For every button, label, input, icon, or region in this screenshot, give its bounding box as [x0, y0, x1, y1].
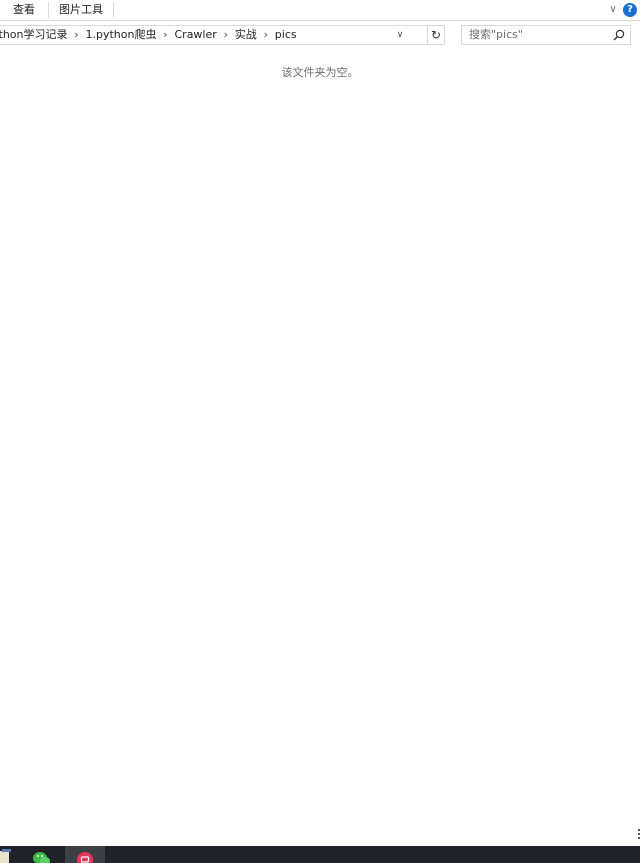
app-icon: [77, 852, 93, 863]
chevron-right-icon[interactable]: ›: [68, 26, 86, 44]
search-box[interactable]: [461, 25, 631, 45]
ribbon-tab-bar: 查看 图片工具 ∨ ?: [0, 0, 640, 21]
details-view-icon[interactable]: [636, 826, 640, 842]
search-icon[interactable]: [613, 29, 625, 41]
taskbar: [0, 846, 640, 863]
breadcrumb-item[interactable]: 实战: [235, 26, 257, 44]
chevron-right-icon[interactable]: ›: [257, 26, 275, 44]
chevron-right-icon[interactable]: ›: [217, 26, 235, 44]
taskbar-active-app[interactable]: [65, 846, 105, 863]
chevron-right-icon[interactable]: ›: [156, 26, 174, 44]
tab-picture-tools[interactable]: 图片工具: [49, 0, 113, 20]
chevron-down-icon[interactable]: ∨: [606, 3, 620, 17]
refresh-button[interactable]: ↻: [427, 25, 445, 45]
empty-folder-message: 该文件夹为空。: [281, 66, 359, 79]
breadcrumb-item[interactable]: ython学习记录: [0, 26, 68, 44]
breadcrumb-item[interactable]: Crawler: [174, 26, 216, 44]
wechat-icon[interactable]: [30, 846, 52, 863]
tab-divider: [113, 2, 114, 18]
search-input[interactable]: [469, 26, 609, 44]
breadcrumb-item-current[interactable]: pics: [275, 26, 297, 44]
tab-view[interactable]: 查看: [0, 0, 48, 20]
address-dropdown-icon[interactable]: ∨: [393, 26, 407, 44]
notepad-icon[interactable]: [0, 846, 14, 863]
address-bar[interactable]: ython学习记录›1.python爬虫›Crawler›实战›pics ∨ ↻: [0, 25, 445, 45]
breadcrumb: ython学习记录›1.python爬虫›Crawler›实战›pics: [0, 26, 297, 44]
breadcrumb-item[interactable]: 1.python爬虫: [86, 26, 157, 44]
help-icon[interactable]: ?: [623, 3, 637, 17]
